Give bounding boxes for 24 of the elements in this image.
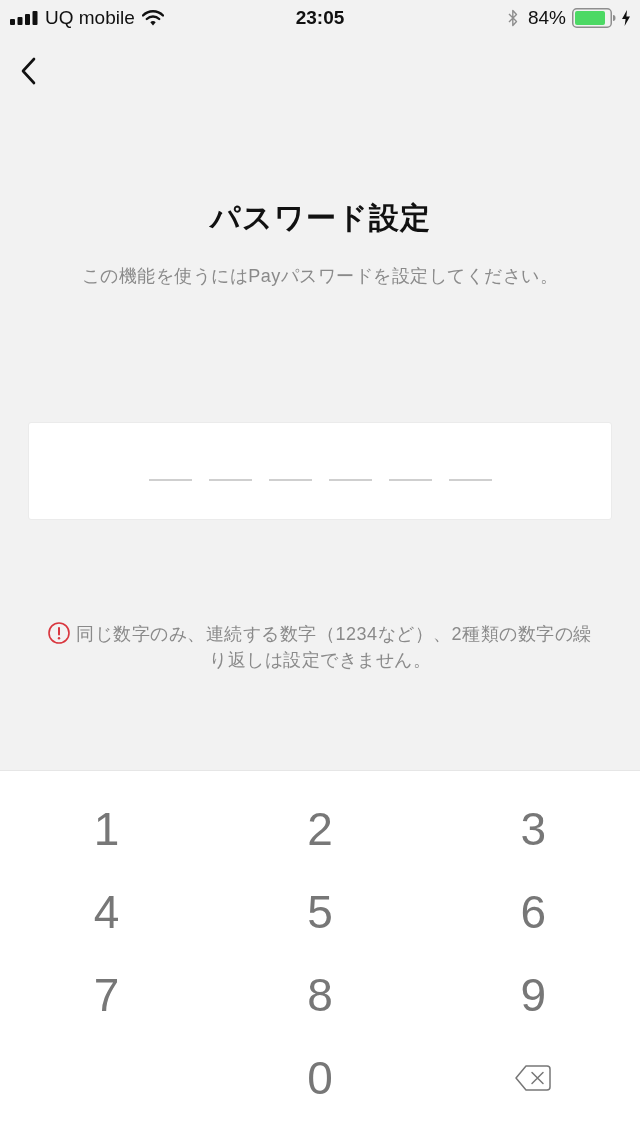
alert-icon	[48, 622, 71, 644]
keypad-key[interactable]: 6	[473, 876, 594, 947]
battery-icon	[572, 8, 616, 28]
wifi-icon	[141, 10, 164, 26]
keypad-key[interactable]: 0	[260, 1042, 380, 1113]
keypad-key[interactable]: 8	[260, 959, 380, 1030]
pin-input-field[interactable]	[28, 422, 612, 520]
keypad-key[interactable]: 7	[46, 959, 167, 1030]
status-time: 23:05	[295, 6, 345, 30]
bluetooth-icon	[507, 9, 518, 27]
backspace-icon	[515, 1064, 552, 1091]
keypad-key[interactable]: 4	[46, 876, 167, 947]
carrier-name: UQ mobile	[45, 6, 135, 30]
keypad-key[interactable]: 3	[473, 793, 594, 864]
page-title: パスワード設定	[208, 200, 432, 236]
signal-icon	[10, 11, 38, 25]
back-icon	[20, 57, 36, 85]
password-rule-notice: 同じ数字のみ、連続する数字（1234など）、2種類の数字の繰り返しは設定できません。	[76, 624, 592, 670]
keypad-key[interactable]: 9	[473, 959, 594, 1030]
page-subtitle: この機能を使うにはPayパスワードを設定してください。	[80, 265, 560, 288]
keypad-key[interactable]: 5	[260, 876, 380, 947]
keypad-key[interactable]: 2	[260, 793, 380, 864]
battery-percent: 84%	[527, 6, 566, 30]
keypad-key[interactable]: 1	[46, 793, 167, 864]
